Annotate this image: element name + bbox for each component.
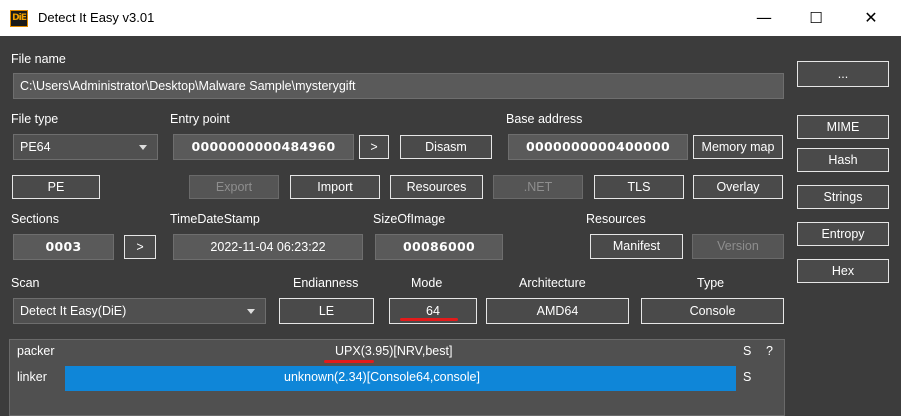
title-bar: DiE Detect It Easy v3.01 — ☐ ✕ [0, 0, 901, 36]
strings-button[interactable]: Strings [797, 185, 889, 209]
scan-engine-value: Detect It Easy(DiE) [20, 304, 127, 318]
endianness-field[interactable]: LE [279, 298, 374, 324]
architecture-label: Architecture [519, 276, 586, 290]
result-help-button[interactable]: ? [766, 344, 773, 358]
import-button[interactable]: Import [290, 175, 380, 199]
resources-label: Resources [586, 212, 646, 226]
mode-label: Mode [411, 276, 443, 290]
memory-map-button[interactable]: Memory map [693, 135, 783, 159]
scan-engine-select[interactable]: Detect It Easy(DiE) [13, 298, 266, 324]
type-label: Type [697, 276, 725, 290]
minimize-button[interactable]: — [741, 0, 787, 36]
hash-button[interactable]: Hash [797, 148, 889, 172]
overlay-button[interactable]: Overlay [693, 175, 783, 199]
tls-button[interactable]: TLS [594, 175, 684, 199]
architecture-field[interactable]: AMD64 [486, 298, 629, 324]
manifest-button[interactable]: Manifest [590, 234, 683, 259]
hex-button[interactable]: Hex [797, 259, 889, 283]
base-address-label: Base address [506, 112, 583, 126]
net-button[interactable]: .NET [493, 175, 583, 199]
base-address-field[interactable]: 0000000000400000 [508, 134, 688, 160]
file-type-value: PE64 [20, 140, 51, 154]
app-logo-icon: DiE [10, 10, 28, 27]
sections-go-button[interactable]: > [124, 235, 156, 259]
file-path-field[interactable]: C:\Users\Administrator\Desktop\Malware S… [13, 73, 784, 99]
pe-button[interactable]: PE [12, 175, 100, 199]
disasm-button[interactable]: Disasm [400, 135, 492, 159]
result-flags-linker: S [743, 370, 752, 384]
chevron-down-icon [139, 145, 147, 150]
scan-results-panel: packer UPX(3.95)[NRV,best] S ? linker un… [9, 339, 785, 416]
sizeofimage-field[interactable]: 00086000 [375, 234, 503, 260]
browse-button[interactable]: ... [797, 61, 889, 87]
entry-point-label: Entry point [170, 112, 230, 126]
scan-label: Scan [11, 276, 40, 290]
result-text-linker[interactable]: unknown(2.34)[Console64,console] [284, 370, 480, 384]
maximize-button[interactable]: ☐ [793, 0, 839, 36]
sections-count-field[interactable]: 0003 [13, 234, 114, 260]
mode-annotation-underline [400, 318, 458, 321]
entry-point-go-button[interactable]: > [359, 135, 389, 159]
file-type-select[interactable]: PE64 [13, 134, 158, 160]
entry-point-field[interactable]: 0000000000484960 [173, 134, 354, 160]
timedatestamp-field[interactable]: 2022-11-04 06:23:22 [173, 234, 363, 260]
sections-label: Sections [11, 212, 59, 226]
entropy-button[interactable]: Entropy [797, 222, 889, 246]
close-button[interactable]: ✕ [848, 0, 894, 36]
version-button[interactable]: Version [692, 234, 784, 259]
type-field[interactable]: Console [641, 298, 784, 324]
file-type-label: File type [11, 112, 59, 126]
timedatestamp-label: TimeDateStamp [170, 212, 260, 226]
sizeofimage-label: SizeOfImage [373, 212, 446, 226]
result-text-packer[interactable]: UPX(3.95)[NRV,best] [335, 344, 452, 358]
result-flags-packer: S [743, 344, 752, 358]
result-kind-linker: linker [17, 370, 47, 384]
packer-annotation-underline [324, 360, 374, 363]
mime-button[interactable]: MIME [797, 115, 889, 139]
result-kind-packer: packer [17, 344, 55, 358]
export-button[interactable]: Export [189, 175, 279, 199]
window-title: Detect It Easy v3.01 [38, 10, 155, 25]
resources-button[interactable]: Resources [390, 175, 483, 199]
endianness-label: Endianness [293, 276, 359, 290]
file-name-label: File name [11, 52, 66, 66]
chevron-down-icon [247, 309, 255, 314]
